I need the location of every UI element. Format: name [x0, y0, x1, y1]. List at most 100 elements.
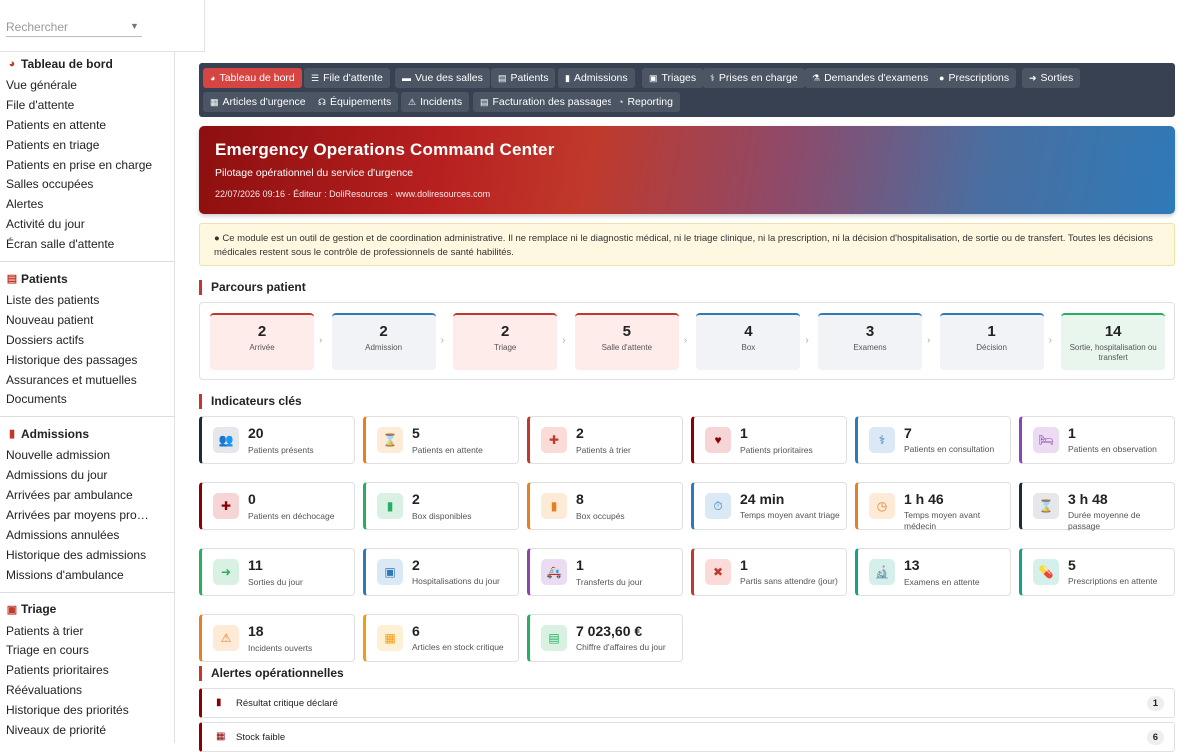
sidebar-item[interactable]: Alertes	[0, 195, 174, 215]
sidebar-item[interactable]: Admissions du jour	[0, 466, 174, 486]
dashboard-icon: ◕	[210, 73, 216, 83]
kpi-value: 1	[740, 557, 748, 573]
sidebar-item[interactable]: Réévaluations	[0, 681, 174, 701]
top-navigation: ◕ Tableau de bord ☰ File d'attente ▬ Vue des …	[199, 63, 1175, 117]
kpi-card: ♥ 1 Patients prioritaires	[691, 416, 847, 464]
sidebar-group: ▮ Admissions Nouvelle admission Admissions …	[0, 426, 174, 593]
kpi-value: 6	[412, 623, 420, 639]
page-meta: 22/07/2026 09:16 · Éditeur : DoliResourc…	[215, 189, 491, 199]
stopwatch-icon: ⏱	[705, 493, 731, 519]
sidebar-item[interactable]: Arrivées par moyens pro…	[0, 506, 174, 526]
warning-icon: ⚠	[213, 625, 239, 651]
clipboard-icon: ▣	[6, 603, 18, 616]
file-medical-icon: ▮	[216, 697, 222, 708]
sidebar-item[interactable]: Patients à trier	[0, 622, 174, 642]
sidebar-item[interactable]: Salles occupées	[0, 175, 174, 195]
nav-label: Reporting	[627, 96, 673, 108]
chevron-right-icon: ›	[562, 335, 566, 346]
nav-équipements[interactable]: ☊ Équipements	[311, 92, 399, 112]
sidebar-item[interactable]: Admissions annulées	[0, 526, 174, 546]
sidebar-item[interactable]: Écran salle d'attente	[0, 235, 174, 255]
section-title-kpis: Indicateurs clés	[199, 394, 302, 409]
nav-articles-d-urgence[interactable]: ▦ Articles d'urgence	[203, 92, 313, 112]
kpi-label: Transferts du jour	[576, 577, 643, 587]
nav-label: Triages	[661, 72, 697, 84]
sidebar-item[interactable]: Triage en cours	[0, 641, 174, 661]
chevron-right-icon: ›	[1048, 335, 1052, 346]
kpi-label: Hospitalisations du jour	[412, 576, 500, 586]
sidebar-item[interactable]: Niveaux de priorité	[0, 721, 174, 741]
nav-prescriptions[interactable]: ● Prescriptions	[932, 68, 1017, 88]
pills-icon: ●	[939, 73, 945, 83]
nav-facturation-des-passages[interactable]: ▤ Facturation des passages	[473, 92, 620, 112]
nav-patients[interactable]: ▤ Patients	[491, 68, 556, 88]
sidebar-group-label: Patients	[21, 271, 68, 286]
search-input[interactable]	[6, 17, 142, 37]
sidebar-item[interactable]: Nouvelle admission	[0, 446, 174, 466]
journey-step: 14 Sortie, hospitalisation ou transfert	[1061, 313, 1166, 370]
search-bar: ▼	[0, 0, 205, 52]
alert-row[interactable]: ▮ Résultat critique déclaré 1	[199, 688, 1175, 718]
nav-file-d-attente[interactable]: ☰ File d'attente	[304, 68, 390, 88]
sidebar-item[interactable]: Assurances et mutuelles	[0, 371, 174, 391]
disclaimer-notice: ● Ce module est un outil de gestion et d…	[199, 223, 1175, 266]
chevron-down-icon[interactable]: ▼	[130, 21, 139, 31]
kpi-value: 0	[248, 491, 256, 507]
sidebar-item[interactable]: Activité du jour	[0, 215, 174, 235]
sidebar-group-title[interactable]: ◕ Tableau de bord	[0, 56, 174, 71]
kpi-card: ✚ 0 Patients en déchocage	[199, 482, 355, 530]
sidebar-item[interactable]: Documents	[0, 390, 174, 410]
kpi-value: 5	[1068, 557, 1076, 573]
journey-step: 4 Box	[696, 313, 801, 370]
kpi-label: Patients en observation	[1068, 444, 1157, 454]
kpi-value: 7	[904, 425, 912, 441]
journey-step-value: 2	[257, 323, 267, 340]
nav-label: Patients	[510, 72, 549, 84]
sidebar-item[interactable]: Historique des admissions	[0, 546, 174, 566]
sidebar-item[interactable]: Liste des patients	[0, 291, 174, 311]
kpi-label: Temps moyen avant triage	[740, 510, 840, 520]
sidebar-item[interactable]: Arrivées par ambulance	[0, 486, 174, 506]
kpi-value: 2	[576, 425, 584, 441]
kpi-value: 1 h 46	[904, 491, 944, 507]
kpi-label: Incidents ouverts	[248, 643, 313, 653]
stethoscope-icon: ☊	[318, 96, 326, 107]
kpi-value: 11	[248, 557, 263, 573]
sidebar-group: ▣ Triage Patients à trier Triage en cours Pa…	[0, 602, 174, 743]
sidebar-item[interactable]: Nouveau patient	[0, 311, 174, 331]
sidebar-item[interactable]: Missions d'ambulance	[0, 566, 174, 586]
journey-step-label: Décision	[976, 343, 1007, 352]
sidebar-item[interactable]: Patients en triage	[0, 136, 174, 156]
nav-triages[interactable]: ▣ Triages	[642, 68, 704, 88]
journey-step-value: 2	[379, 323, 388, 340]
nav-vue-des-salles[interactable]: ▬ Vue des salles	[395, 68, 490, 88]
sidebar-group-title[interactable]: ▤ Patients	[0, 271, 174, 286]
sidebar-item[interactable]: Vue générale	[0, 76, 174, 96]
kpi-label: Examens en attente	[904, 577, 980, 587]
section-title-alerts: Alertes opérationnelles	[199, 666, 344, 681]
hero-banner: Emergency Operations Command Center Pilo…	[199, 126, 1175, 214]
procedures-icon: ✚	[213, 493, 239, 519]
nav-sorties[interactable]: ➜ Sorties	[1022, 68, 1081, 88]
nav-admissions[interactable]: ▮ Admissions	[558, 68, 635, 88]
sidebar-item[interactable]: Patients en prise en charge	[0, 156, 174, 176]
sidebar-item[interactable]: Historique des priorités	[0, 701, 174, 721]
sidebar-item[interactable]: Patients en attente	[0, 116, 174, 136]
sidebar-group-title[interactable]: ▮ Admissions	[0, 426, 174, 441]
sidebar-item[interactable]: Patients prioritaires	[0, 661, 174, 681]
sidebar-item[interactable]: File d'attente	[0, 96, 174, 116]
nav-tableau-de-bord[interactable]: ◕ Tableau de bord	[203, 68, 302, 88]
nav-incidents[interactable]: ⚠ Incidents	[401, 92, 470, 112]
journey-step: 2 Triage	[453, 313, 558, 370]
journey-step-label: Sortie, hospitalisation ou transfert	[1069, 343, 1157, 362]
sidebar-group-title[interactable]: ▣ Triage	[0, 602, 174, 617]
sidebar-item[interactable]: Dossiers actifs	[0, 331, 174, 351]
alert-row[interactable]: ▦ Stock faible 6	[199, 722, 1175, 752]
sidebar-item[interactable]: Historique des passages	[0, 351, 174, 371]
journey-step: 2 Arrivée	[210, 313, 314, 370]
nav-demandes-d-examens[interactable]: ⚗ Demandes d'examens	[805, 68, 936, 88]
heart-pulse-icon: ♥	[705, 427, 731, 453]
nav-reporting[interactable]: ◔ Reporting	[611, 92, 680, 112]
nav-prises-en-charge[interactable]: ⚕ Prises en charge	[703, 68, 805, 88]
clipboard-icon: ▣	[649, 72, 658, 83]
